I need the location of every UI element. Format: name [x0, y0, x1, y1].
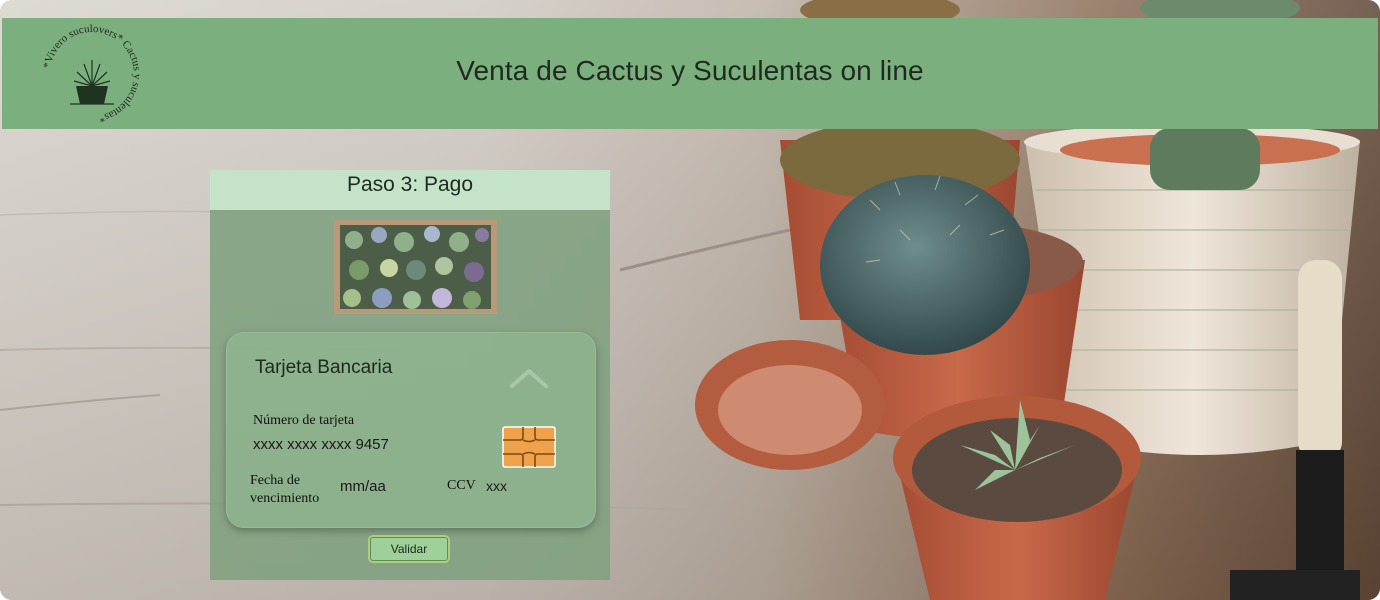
expiry-label-line2: vencimiento	[250, 491, 320, 506]
step-title: Paso 3: Pago	[346, 173, 474, 196]
app-frame: *Vivero suculovers* Cactus y suculentas*…	[0, 0, 1380, 600]
expiry-label-line1: Fecha de	[250, 473, 301, 488]
expiry-label: Fecha de vencimiento	[250, 472, 319, 508]
validate-button[interactable]: Validar	[370, 537, 448, 561]
card-title: Tarjeta Bancaria	[255, 357, 393, 378]
payment-panel: Paso 3: Pago Tarjeta Bancaria Número de …	[210, 170, 610, 580]
chevron-up-icon[interactable]	[508, 366, 550, 390]
succulents-tray-image	[334, 220, 497, 314]
card-number-label: Número de tarjeta	[253, 413, 355, 428]
panel-header: Paso 3: Pago	[210, 170, 610, 210]
site-header: *Vivero suculovers* Cactus y suculentas*…	[2, 18, 1378, 129]
ccv-field[interactable]: xxx	[486, 478, 507, 494]
card-number-field[interactable]: xxxx xxxx xxxx 9457	[253, 436, 389, 453]
card-chip-icon	[502, 426, 556, 468]
expiry-field[interactable]: mm/aa	[340, 478, 386, 495]
bank-card: Tarjeta Bancaria Número de tarjeta xxxx …	[226, 332, 596, 528]
ccv-label: CCV	[447, 478, 476, 493]
site-title: Venta de Cactus y Suculentas on line	[456, 55, 924, 86]
